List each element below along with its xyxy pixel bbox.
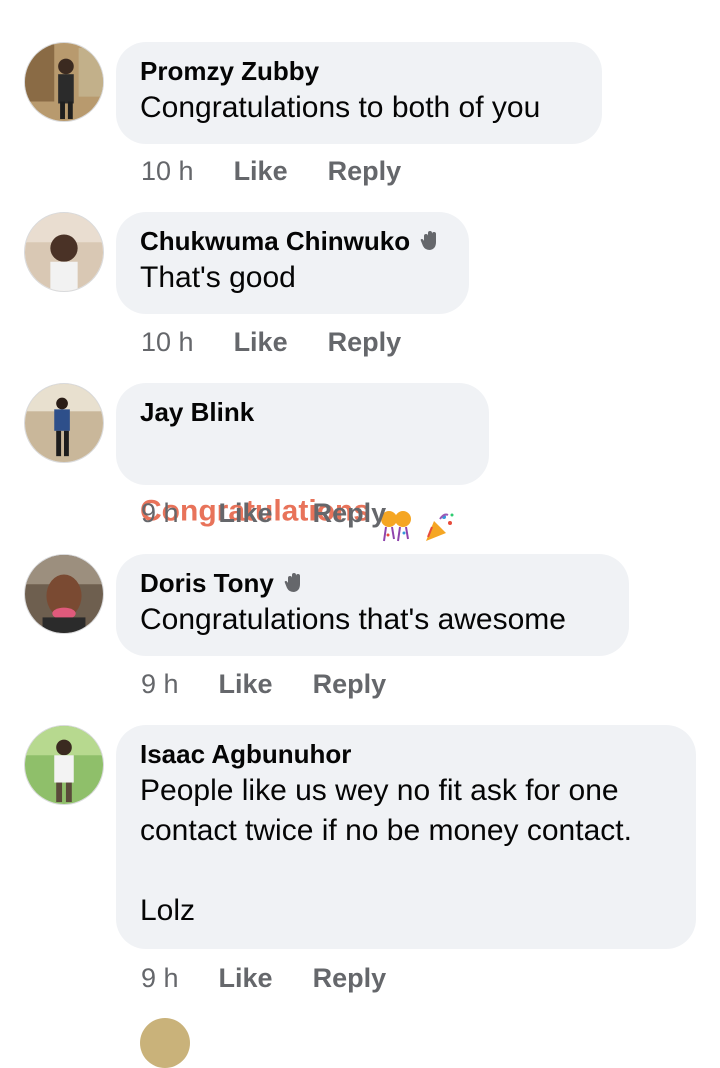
comment-author-name[interactable]: Chukwuma Chinwuko xyxy=(140,226,410,256)
comment-time[interactable]: 9 h xyxy=(141,963,179,994)
comment-actions: 10 h Like Reply xyxy=(141,322,441,362)
comment-author[interactable]: Jay Blink xyxy=(140,397,465,427)
comment-time[interactable]: 9 h xyxy=(141,498,179,529)
comment-time[interactable]: 10 h xyxy=(141,327,194,358)
comment-text: That's good xyxy=(140,261,296,294)
top-fan-badge-icon xyxy=(418,229,442,253)
avatar[interactable] xyxy=(24,554,104,634)
party-popper-emoji-icon xyxy=(422,469,458,556)
top-fan-badge-icon xyxy=(282,571,306,595)
like-button[interactable]: Like xyxy=(219,669,273,700)
comment-author: Chukwuma Chinwuko xyxy=(140,226,445,256)
like-button[interactable]: Like xyxy=(234,156,288,187)
reply-button[interactable]: Reply xyxy=(313,669,387,700)
avatar[interactable] xyxy=(140,1018,190,1068)
reply-button[interactable]: Reply xyxy=(313,498,387,529)
comment-author[interactable]: Isaac Agbunuhor xyxy=(140,739,672,769)
comment-author: Doris Tony xyxy=(140,568,605,598)
comment-actions: 9 h Like Reply xyxy=(141,493,426,533)
comment-actions: 9 h Like Reply xyxy=(141,664,426,704)
comment-author[interactable]: Promzy Zubby xyxy=(140,56,578,86)
comment-bubble: Chukwuma Chinwuko That's good xyxy=(116,212,469,314)
comment-text: Congratulations to both of you xyxy=(140,91,541,124)
comment-time[interactable]: 10 h xyxy=(141,156,194,187)
comment-time[interactable]: 9 h xyxy=(141,669,179,700)
comment-actions: 10 h Like Reply xyxy=(141,151,441,191)
reply-button[interactable]: Reply xyxy=(328,327,402,358)
comment-author-name[interactable]: Doris Tony xyxy=(140,568,274,598)
like-button[interactable]: Like xyxy=(219,963,273,994)
comment-actions: 9 h Like Reply xyxy=(141,958,426,998)
reply-button[interactable]: Reply xyxy=(328,156,402,187)
avatar[interactable] xyxy=(24,42,104,122)
like-button[interactable]: Like xyxy=(219,498,273,529)
comment-text: Congratulations that's awesome xyxy=(140,603,566,636)
comment-bubble: Promzy Zubby Congratulations to both of … xyxy=(116,42,602,144)
like-button[interactable]: Like xyxy=(234,327,288,358)
reply-button[interactable]: Reply xyxy=(313,963,387,994)
comment-bubble: Jay Blink Congratulations xyxy=(116,383,489,542)
avatar[interactable] xyxy=(24,725,104,805)
comment-bubble: Doris Tony Congratulations that's awesom… xyxy=(116,554,629,656)
comment-text: People like us wey no fit ask for one co… xyxy=(140,774,632,927)
avatar[interactable] xyxy=(24,212,104,292)
avatar[interactable] xyxy=(24,383,104,463)
comment-bubble: Isaac Agbunuhor People like us wey no fi… xyxy=(116,725,696,949)
